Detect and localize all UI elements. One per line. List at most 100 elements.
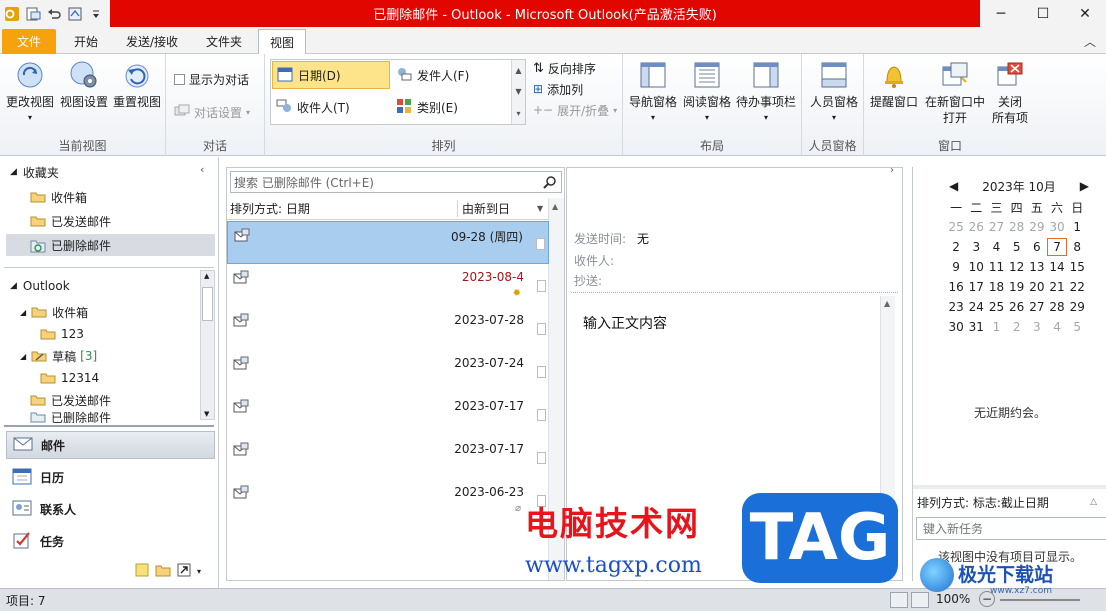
shortcuts-icon[interactable] bbox=[177, 563, 191, 580]
scroll-up-icon[interactable]: ▲ bbox=[204, 272, 209, 280]
customize-qat-icon[interactable] bbox=[87, 5, 105, 23]
notes-icon[interactable] bbox=[135, 563, 149, 580]
new-task-input[interactable]: 键入新任务 bbox=[916, 517, 1106, 540]
calendar-day[interactable]: 16 bbox=[946, 278, 966, 296]
message-row[interactable]: 2023-06-23 ⌀ bbox=[227, 479, 549, 522]
reverse-sort-button[interactable]: ⇅ 反向排序 bbox=[533, 58, 596, 78]
calendar-day[interactable]: 25 bbox=[986, 298, 1006, 316]
calendar-day[interactable]: 11 bbox=[986, 258, 1006, 276]
calendar-day[interactable]: 2 bbox=[946, 238, 966, 256]
calendar-day[interactable]: 2 bbox=[1007, 318, 1027, 336]
sort-direction[interactable]: 由新到日 bbox=[457, 200, 537, 217]
calendar-day[interactable]: 6 bbox=[1027, 238, 1047, 256]
expand-collapse-button[interactable]: +− 展开/折叠 ▾ bbox=[533, 100, 617, 120]
calendar-day[interactable]: 1 bbox=[986, 318, 1006, 336]
navigation-pane-button[interactable]: 导航窗格 ▾ bbox=[627, 58, 679, 126]
folder-drafts[interactable]: ◢ 草稿 [3] bbox=[20, 345, 97, 367]
collapse-ribbon-icon[interactable]: ︿ bbox=[1084, 33, 1096, 50]
print-icon[interactable] bbox=[66, 5, 84, 23]
reading-pane-button[interactable]: 阅读窗格 ▾ bbox=[681, 58, 733, 126]
search-input[interactable]: 搜索 已删除邮件 (Ctrl+E) bbox=[230, 171, 562, 193]
nav-tasks[interactable]: 任务 bbox=[6, 527, 215, 555]
calendar-day[interactable]: 8 bbox=[1067, 238, 1087, 256]
message-row[interactable]: 2023-07-17 bbox=[227, 393, 549, 436]
calendar-day[interactable]: 24 bbox=[966, 298, 986, 316]
calendar-day[interactable]: 30 bbox=[1047, 218, 1067, 236]
nav-scroll-thumb[interactable] bbox=[202, 287, 213, 321]
calendar-day[interactable]: 20 bbox=[1027, 278, 1047, 296]
folder-sent[interactable]: 已发送邮件 bbox=[30, 389, 111, 411]
flag-checkbox[interactable] bbox=[537, 366, 546, 378]
calendar-day[interactable]: 28 bbox=[1007, 218, 1027, 236]
message-row[interactable]: 2023-07-17 bbox=[227, 436, 549, 479]
nav-scrollbar[interactable]: ▲ ▼ bbox=[200, 270, 215, 420]
undo-icon[interactable] bbox=[45, 5, 63, 23]
sort-by-label[interactable]: 排列方式: 日期 bbox=[227, 200, 457, 217]
flag-checkbox[interactable] bbox=[537, 323, 546, 335]
message-row[interactable]: 09-28 (周四) bbox=[227, 221, 549, 264]
calendar-day[interactable]: 27 bbox=[986, 218, 1006, 236]
minimize-button[interactable]: ─ bbox=[980, 0, 1022, 27]
calendar-day[interactable]: 9 bbox=[946, 258, 966, 276]
folder-inbox[interactable]: ◢ 收件箱 bbox=[20, 301, 88, 323]
scroll-up-icon[interactable]: ▲ bbox=[884, 299, 890, 308]
reading-view-button[interactable] bbox=[911, 592, 929, 608]
zoom-level[interactable]: 100% bbox=[936, 592, 970, 606]
tab-view[interactable]: 视图 bbox=[258, 29, 306, 55]
maximize-button[interactable]: ☐ bbox=[1022, 0, 1064, 27]
close-all-items-button[interactable]: 关闭 所有项 bbox=[984, 58, 1036, 126]
sort-triangle-icon[interactable]: △ bbox=[1090, 497, 1097, 507]
calendar-day[interactable]: 22 bbox=[1067, 278, 1087, 296]
message-row[interactable]: 2023-07-24 bbox=[227, 350, 549, 393]
calendar-day[interactable]: 30 bbox=[946, 318, 966, 336]
tab-folder[interactable]: 文件夹 bbox=[196, 29, 252, 54]
outlook-app-icon[interactable] bbox=[3, 5, 21, 23]
arrange-by-from[interactable]: 发件人(F) bbox=[392, 61, 510, 89]
nav-mail[interactable]: 邮件 bbox=[6, 431, 215, 459]
message-body[interactable]: 输入正文内容 bbox=[583, 313, 667, 333]
task-splitter[interactable] bbox=[913, 485, 1106, 489]
reset-view-button[interactable]: 重置视图 bbox=[110, 58, 164, 110]
folder-deleted[interactable]: 已删除邮件 bbox=[30, 411, 111, 423]
zoom-slider[interactable] bbox=[1000, 599, 1080, 601]
folder-123[interactable]: 123 bbox=[40, 323, 84, 345]
open-in-new-window-button[interactable]: 在新窗口中 打开 bbox=[922, 58, 988, 126]
calendar-day[interactable]: 7 bbox=[1046, 238, 1068, 256]
calendar-day[interactable]: 15 bbox=[1067, 258, 1087, 276]
tab-send-receive[interactable]: 发送/接收 bbox=[116, 29, 188, 54]
calendar-day[interactable]: 13 bbox=[1027, 258, 1047, 276]
fav-sent[interactable]: 已发送邮件 bbox=[30, 210, 111, 232]
calendar-day[interactable]: 26 bbox=[1007, 298, 1027, 316]
calendar-day[interactable]: 1 bbox=[1067, 218, 1087, 236]
calendar-day[interactable]: 17 bbox=[966, 278, 986, 296]
collapse-triangle-icon[interactable]: ◢ bbox=[10, 281, 17, 291]
arrange-by-to[interactable]: 收件人(T) bbox=[272, 93, 390, 121]
calendar-day[interactable]: 4 bbox=[1047, 318, 1067, 336]
reminders-window-button[interactable]: 提醒窗口 bbox=[868, 58, 920, 110]
calendar-day[interactable]: 23 bbox=[946, 298, 966, 316]
configure-buttons-icon[interactable]: ▾ bbox=[197, 567, 201, 576]
flag-checkbox[interactable] bbox=[537, 452, 546, 464]
message-row[interactable]: 2023-08-4 ✹ bbox=[227, 264, 549, 307]
tab-file[interactable]: 文件 bbox=[2, 29, 56, 54]
tab-home[interactable]: 开始 bbox=[64, 29, 108, 54]
account-header[interactable]: ◢ Outlook bbox=[10, 275, 70, 297]
close-button[interactable]: ✕ bbox=[1064, 0, 1106, 27]
calendar-day[interactable]: 3 bbox=[1027, 318, 1047, 336]
calendar-day[interactable]: 5 bbox=[1067, 318, 1087, 336]
folder-12314[interactable]: 12314 bbox=[40, 367, 99, 389]
view-settings-button[interactable]: 视图设置 bbox=[58, 58, 110, 110]
gallery-more-icon[interactable]: ▾ bbox=[516, 109, 520, 118]
arrange-by-categories[interactable]: 类别(E) bbox=[392, 93, 510, 121]
collapse-triangle-icon[interactable]: ◢ bbox=[10, 167, 17, 177]
calendar-day[interactable]: 14 bbox=[1047, 258, 1067, 276]
flag-checkbox[interactable] bbox=[537, 409, 546, 421]
search-icon[interactable] bbox=[543, 175, 557, 192]
send-receive-icon[interactable] bbox=[24, 5, 42, 23]
gallery-scrollbar[interactable]: ▲ ▼ ▾ bbox=[511, 60, 525, 124]
nav-calendar[interactable]: 日历 bbox=[6, 463, 215, 491]
show-as-conversations-checkbox[interactable]: 显示为对话 bbox=[174, 69, 249, 89]
flag-checkbox[interactable] bbox=[537, 280, 546, 292]
collapse-triangle-icon[interactable]: ◢ bbox=[20, 352, 26, 361]
calendar-day[interactable]: 4 bbox=[986, 238, 1006, 256]
